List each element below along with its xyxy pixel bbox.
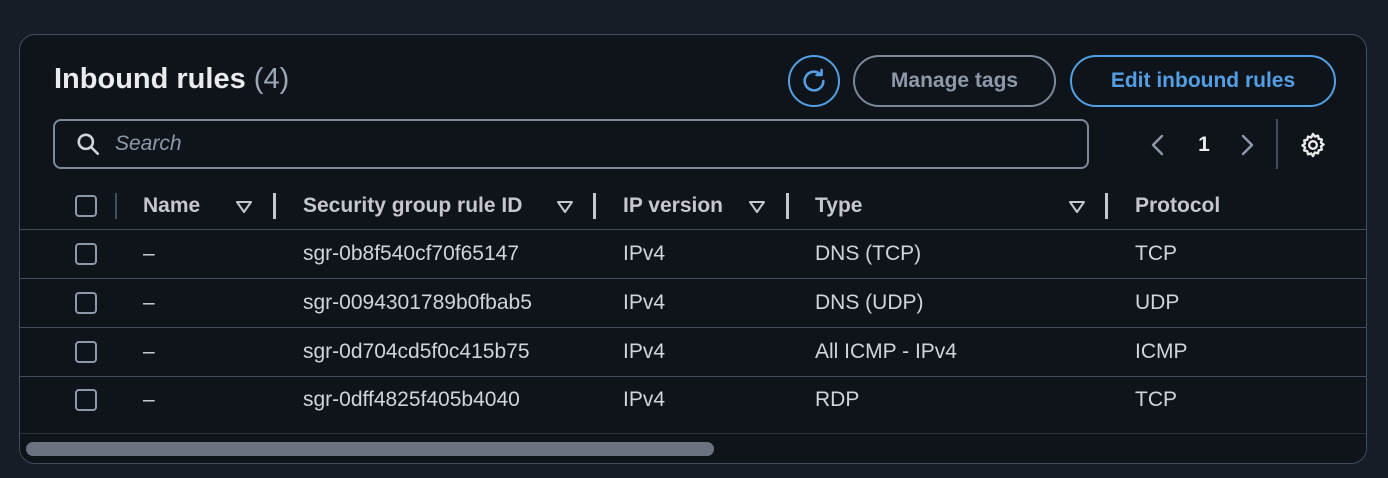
page-title: Inbound rules (4)	[54, 63, 289, 96]
sort-down-icon[interactable]	[234, 197, 254, 217]
chevron-left-icon	[1151, 134, 1164, 156]
rules-count: (4)	[253, 63, 290, 95]
cell-ip-version: IPv4	[623, 291, 666, 314]
cell-type: DNS (TCP)	[815, 242, 922, 265]
horizontal-scrollbar[interactable]	[20, 433, 1366, 463]
column-resizer[interactable]	[786, 193, 789, 219]
row-checkbox[interactable]	[75, 341, 97, 363]
cell-name: –	[143, 340, 155, 363]
column-header-rule-id[interactable]: Security group rule ID	[303, 183, 522, 229]
cell-name: –	[143, 388, 155, 411]
cell-rule-id: sgr-0d704cd5f0c415b75	[303, 340, 530, 363]
pagination-divider	[1276, 119, 1278, 169]
cell-protocol: UDP	[1135, 291, 1180, 314]
column-header-name[interactable]: Name	[143, 183, 200, 229]
cell-ip-version: IPv4	[623, 388, 666, 411]
column-divider	[115, 193, 117, 219]
search-placeholder: Search	[115, 132, 182, 155]
previous-page-button[interactable]	[1148, 125, 1168, 165]
select-all-checkbox[interactable]	[75, 195, 97, 217]
column-resizer[interactable]	[593, 193, 596, 219]
inbound-rules-panel: Inbound rules (4) Manage tags Edit inbou…	[19, 34, 1367, 464]
title-text: Inbound rules	[54, 63, 246, 95]
cell-type: DNS (UDP)	[815, 291, 924, 314]
scrollbar-thumb[interactable]	[26, 442, 714, 456]
cell-protocol: ICMP	[1135, 340, 1188, 363]
cell-rule-id: sgr-0094301789b0fbab5	[303, 291, 532, 314]
search-icon	[75, 131, 101, 157]
cell-ip-version: IPv4	[623, 340, 666, 363]
current-page-number[interactable]: 1	[1192, 125, 1216, 165]
sort-down-icon[interactable]	[555, 197, 575, 217]
table-row[interactable]: – sgr-0d704cd5f0c415b75 IPv4 All ICMP - …	[20, 328, 1366, 377]
cell-rule-id: sgr-0b8f540cf70f65147	[303, 242, 519, 265]
edit-inbound-rules-button[interactable]: Edit inbound rules	[1070, 55, 1336, 107]
chevron-right-icon	[1241, 134, 1254, 156]
row-checkbox[interactable]	[75, 292, 97, 314]
cell-protocol: TCP	[1135, 242, 1177, 265]
cell-protocol: TCP	[1135, 388, 1177, 411]
table-row[interactable]: – sgr-0094301789b0fbab5 IPv4 DNS (UDP) U…	[20, 279, 1366, 328]
cell-name: –	[143, 242, 155, 265]
column-resizer[interactable]	[273, 193, 276, 219]
column-header-protocol[interactable]: Protocol	[1135, 183, 1220, 229]
cell-type: All ICMP - IPv4	[815, 340, 957, 363]
refresh-icon	[803, 68, 825, 92]
cell-ip-version: IPv4	[623, 242, 666, 265]
cell-rule-id: sgr-0dff4825f405b4040	[303, 388, 520, 411]
row-checkbox[interactable]	[75, 389, 97, 411]
row-checkbox[interactable]	[75, 243, 97, 265]
preferences-button[interactable]	[1298, 130, 1328, 160]
manage-tags-button[interactable]: Manage tags	[853, 55, 1056, 107]
column-header-type[interactable]: Type	[815, 183, 862, 229]
next-page-button[interactable]	[1237, 125, 1257, 165]
search-input[interactable]: Search	[53, 119, 1089, 169]
table-row[interactable]: – sgr-0dff4825f405b4040 IPv4 RDP TCP	[20, 376, 1366, 424]
column-resizer[interactable]	[1105, 193, 1108, 219]
column-header-ip-version[interactable]: IP version	[623, 183, 723, 229]
sort-down-icon[interactable]	[1067, 197, 1087, 217]
table-row[interactable]: – sgr-0b8f540cf70f65147 IPv4 DNS (TCP) T…	[20, 230, 1366, 279]
table-header: Name Security group rule ID IP version T…	[20, 183, 1366, 230]
refresh-button[interactable]	[788, 55, 840, 107]
cell-name: –	[143, 291, 155, 314]
sort-down-icon[interactable]	[747, 197, 767, 217]
gear-icon	[1301, 132, 1325, 158]
cell-type: RDP	[815, 388, 860, 411]
